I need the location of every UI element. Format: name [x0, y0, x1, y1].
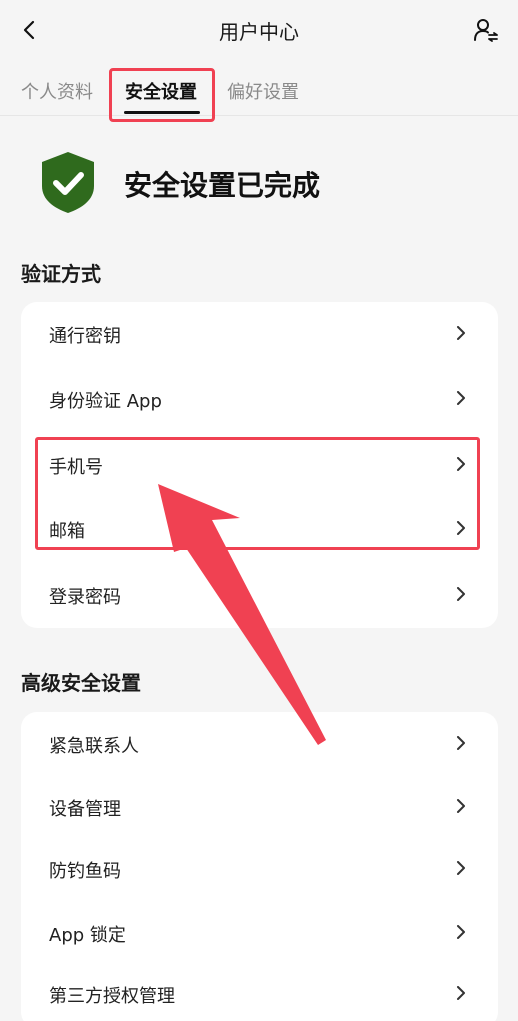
page-title: 用户中心: [219, 20, 299, 44]
list-item-emergency-contact[interactable]: 紧急联系人: [21, 714, 498, 774]
list-item-device-management[interactable]: 设备管理: [21, 777, 498, 837]
section-title-verification: 验证方式: [21, 262, 101, 286]
tab-highlight-box: [109, 68, 215, 122]
chevron-right-icon: [457, 925, 465, 939]
list-item-label: 紧急联系人: [49, 736, 139, 757]
chevron-right-icon: [457, 861, 465, 875]
list-item-passkey[interactable]: 通行密钥: [21, 304, 498, 364]
tab-preferences[interactable]: 偏好设置: [227, 78, 299, 104]
list-item-label: 第三方授权管理: [49, 986, 175, 1007]
list-item-label: 通行密钥: [49, 326, 121, 347]
list-item-label: 防钓鱼码: [49, 861, 121, 882]
chevron-right-icon: [457, 986, 465, 1000]
list-item-anti-phishing-code[interactable]: 防钓鱼码: [21, 839, 498, 899]
list-item-label: App 锁定: [49, 925, 126, 946]
list-item-authenticator-app[interactable]: 身份验证 App: [21, 369, 498, 429]
shield-check-icon: [42, 152, 94, 213]
user-switch-button[interactable]: [470, 14, 502, 46]
list-item-third-party-auth[interactable]: 第三方授权管理: [21, 964, 498, 1021]
chevron-right-icon: [457, 736, 465, 750]
chevron-right-icon: [457, 799, 465, 813]
user-switch-icon: [474, 19, 498, 42]
top-bar: 用户中心: [0, 0, 518, 60]
phone-email-highlight-box: [35, 437, 480, 550]
advanced-security-card: 紧急联系人 设备管理 防钓鱼码 App 锁定 第三方授权管理: [21, 712, 498, 1021]
list-item-app-lock[interactable]: App 锁定: [21, 903, 498, 963]
list-item-label: 设备管理: [49, 799, 121, 820]
chevron-right-icon: [457, 587, 465, 601]
section-title-advanced-security: 高级安全设置: [21, 671, 141, 695]
tab-profile[interactable]: 个人资料: [21, 78, 93, 104]
list-item-label: 身份验证 App: [49, 391, 162, 412]
list-item-label: 登录密码: [49, 587, 121, 608]
list-item-login-password[interactable]: 登录密码: [21, 565, 498, 625]
user-center-page: 用户中心 个人资料 安全设置 偏好设置 安全设置已完成 验证方式 通行密钥 身份…: [0, 0, 518, 1021]
security-status: 安全设置已完成: [40, 150, 480, 220]
chevron-right-icon: [457, 326, 465, 340]
chevron-right-icon: [457, 391, 465, 405]
security-status-text: 安全设置已完成: [124, 169, 321, 202]
tab-bar: 个人资料 安全设置 偏好设置: [0, 64, 518, 116]
